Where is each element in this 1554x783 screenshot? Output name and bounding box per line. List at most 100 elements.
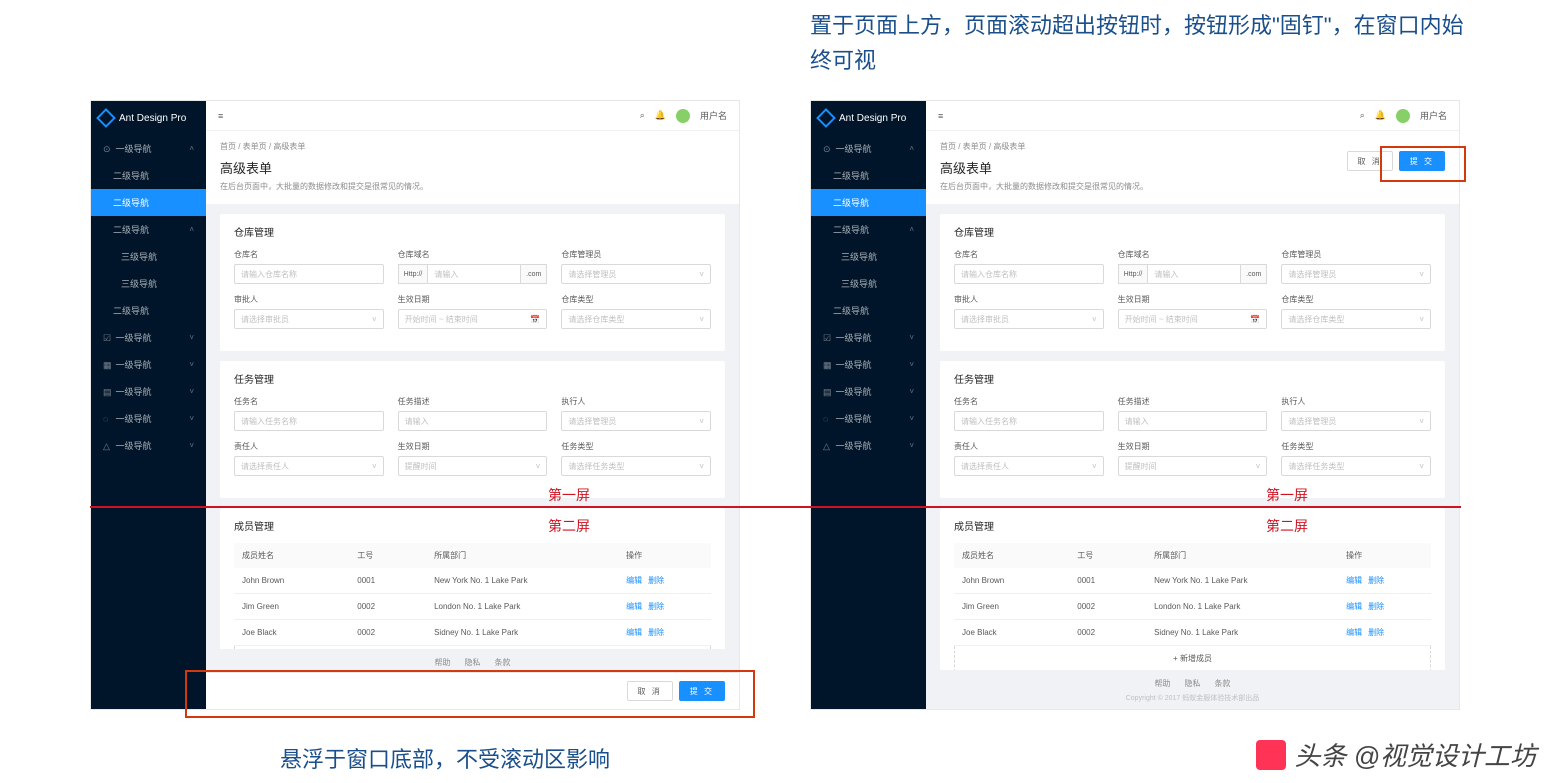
chevron-icon: ˄ [189,144,194,153]
sidebar-item[interactable]: ⊙ 一级导航˄ [91,135,206,162]
sidebar-item[interactable]: ☑ 一级导航˅ [811,324,926,351]
delete-link[interactable]: 删除 [648,575,664,586]
sidebar-item[interactable]: 三级导航 [91,270,206,297]
text-input[interactable]: 请选择管理员˅ [561,264,711,284]
text-input[interactable]: 请选择管理员˅ [561,411,711,431]
sidebar-item[interactable]: 二级导航 [91,189,206,216]
sidebar-item[interactable]: 二级导航 [811,297,926,324]
text-input[interactable]: 请选择仓库类型˅ [1281,309,1431,329]
delete-link[interactable]: 删除 [648,627,664,638]
link-privacy[interactable]: 隐私 [1185,678,1201,689]
field-label: 仓库类型 [1281,294,1431,305]
sidebar-item[interactable]: 二级导航 [811,162,926,189]
link-help[interactable]: 帮助 [1155,678,1171,689]
field-label: 生效日期 [1118,441,1268,452]
chevron-icon: ˄ [189,225,194,234]
text-input[interactable]: 开始时间 ~ 结束时间📅 [1118,309,1268,329]
link-privacy[interactable]: 隐私 [465,657,481,668]
bell-icon[interactable]: 🔔 [1375,110,1386,121]
username[interactable]: 用户名 [700,109,727,122]
sidebar-item[interactable]: 三级导航 [811,270,926,297]
text-input[interactable]: 请选择责任人˅ [954,456,1104,476]
page-title: 高级表单 [220,158,725,177]
field-label: 仓库管理员 [561,249,711,260]
link-help[interactable]: 帮助 [435,657,451,668]
text-input[interactable]: 请选择管理员˅ [1281,264,1431,284]
sidebar-item[interactable]: 三级导航 [811,243,926,270]
add-member-button[interactable]: + 新增成员 [954,646,1431,670]
domain-input[interactable]: Http://请输入.com [398,264,548,284]
search-icon[interactable]: ⌕ [1360,110,1365,121]
field-label: 任务描述 [398,396,548,407]
delete-link[interactable]: 删除 [1368,575,1384,586]
domain-input[interactable]: Http://请输入.com [1118,264,1268,284]
submit-button[interactable]: 提 交 [679,681,725,701]
sidebar-item[interactable]: ⊙ 一级导航˄ [811,135,926,162]
delete-link[interactable]: 删除 [648,601,664,612]
nav-icon: ☑ [103,333,113,344]
sidebar-item[interactable]: ☑ 一级导航˅ [91,324,206,351]
username[interactable]: 用户名 [1420,109,1447,122]
text-input[interactable]: 请选择仓库类型˅ [561,309,711,329]
label-screen2: 第二屏 [1266,516,1308,536]
sidebar-item[interactable]: ▦ 一级导航˅ [91,351,206,378]
menu-trigger-icon[interactable]: ≡ [218,111,223,121]
sidebar-item[interactable]: △ 一级导航˅ [91,432,206,459]
text-input[interactable]: 请选择管理员˅ [1281,411,1431,431]
sidebar-item[interactable]: △ 一级导航˅ [811,432,926,459]
sidebar-item[interactable]: ◌ 一级导航˅ [811,405,926,432]
cancel-button[interactable]: 取 消 [627,681,673,701]
sidebar-item[interactable]: 二级导航˄ [811,216,926,243]
menu-trigger-icon[interactable]: ≡ [938,111,943,121]
text-input[interactable]: 请输入仓库名称 [954,264,1104,284]
avatar[interactable] [676,109,690,123]
text-input[interactable]: 请输入 [1118,411,1268,431]
text-input[interactable]: 请选择审批员˅ [954,309,1104,329]
submit-button[interactable]: 提 交 [1399,151,1445,171]
edit-link[interactable]: 编辑 [1346,627,1362,638]
edit-link[interactable]: 编辑 [626,601,642,612]
avatar[interactable] [1396,109,1410,123]
chevron-icon: ˅ [909,360,914,369]
sidebar-item[interactable]: ▦ 一级导航˅ [811,351,926,378]
text-input[interactable]: 请输入仓库名称 [234,264,384,284]
text-input[interactable]: 请选择责任人˅ [234,456,384,476]
chevron-down-icon: ˅ [699,417,704,426]
watermark: 头条 @视觉设计工坊 [1256,736,1536,773]
text-input[interactable]: 提醒时间˅ [398,456,548,476]
edit-link[interactable]: 编辑 [626,627,642,638]
breadcrumb[interactable]: 首页 / 表单页 / 高级表单 [220,141,725,152]
sidebar-item[interactable]: 二级导航 [91,297,206,324]
logo-icon [96,108,116,128]
sidebar-item[interactable]: 二级导航 [91,162,206,189]
logo[interactable]: Ant Design Pro [811,101,926,135]
table-row: Joe Black0002Sidney No. 1 Lake Park编辑删除 [954,620,1431,646]
text-input[interactable]: 开始时间 ~ 结束时间📅 [398,309,548,329]
edit-link[interactable]: 编辑 [1346,575,1362,586]
cancel-button[interactable]: 取 消 [1347,151,1393,171]
text-input[interactable]: 请选择审批员˅ [234,309,384,329]
delete-link[interactable]: 删除 [1368,627,1384,638]
edit-link[interactable]: 编辑 [626,575,642,586]
text-input[interactable]: 请输入任务名称 [234,411,384,431]
sidebar-item[interactable]: ◌ 一级导航˅ [91,405,206,432]
link-terms[interactable]: 条款 [495,657,511,668]
sidebar-item[interactable]: 三级导航 [91,243,206,270]
delete-link[interactable]: 删除 [1368,601,1384,612]
bell-icon[interactable]: 🔔 [655,110,666,121]
edit-link[interactable]: 编辑 [1346,601,1362,612]
search-icon[interactable]: ⌕ [640,110,645,121]
text-input[interactable]: 请选择任务类型˅ [1281,456,1431,476]
sidebar-item[interactable]: 二级导航 [811,189,926,216]
text-input[interactable]: 请输入任务名称 [954,411,1104,431]
link-terms[interactable]: 条款 [1215,678,1231,689]
page-header: 首页 / 表单页 / 高级表单 高级表单 在后台页面中，大批量的数据修改和提交是… [206,131,739,204]
logo[interactable]: Ant Design Pro [91,101,206,135]
sidebar-item[interactable]: 二级导航˄ [91,216,206,243]
text-input[interactable]: 提醒时间˅ [1118,456,1268,476]
chevron-down-icon: ˅ [372,315,377,324]
text-input[interactable]: 请输入 [398,411,548,431]
sidebar-item[interactable]: ▤ 一级导航˅ [91,378,206,405]
sidebar-item[interactable]: ▤ 一级导航˅ [811,378,926,405]
text-input[interactable]: 请选择任务类型˅ [561,456,711,476]
